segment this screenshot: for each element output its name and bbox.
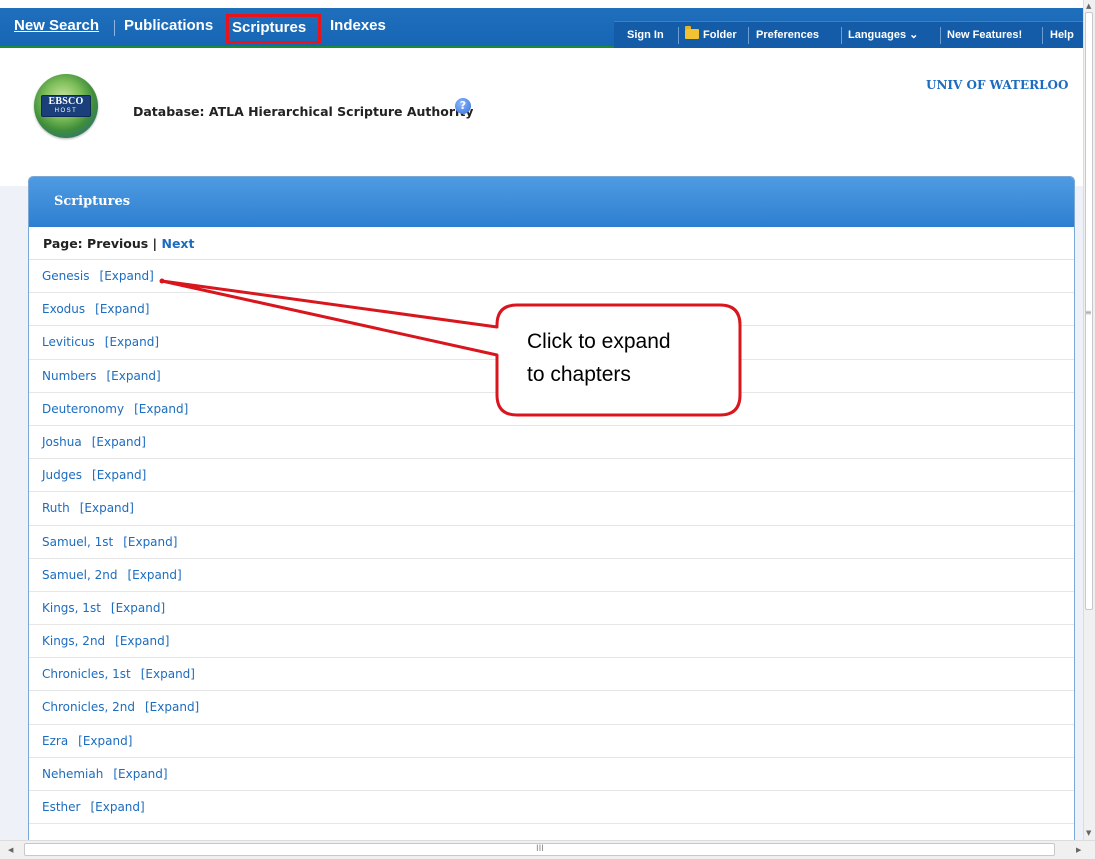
list-item: Samuel, 1st [Expand] xyxy=(29,526,1074,559)
list-item: Ruth [Expand] xyxy=(29,492,1074,526)
list-item: Kings, 1st [Expand] xyxy=(29,592,1074,626)
sign-in-link[interactable]: Sign In xyxy=(627,22,664,49)
list-item: Genesis [Expand] xyxy=(29,260,1074,294)
expand-link[interactable]: [Expand] xyxy=(113,767,167,781)
help-link[interactable]: Help xyxy=(1050,22,1074,49)
panel-title: Scriptures xyxy=(29,177,1074,227)
expand-link[interactable]: [Expand] xyxy=(111,601,165,615)
expand-link[interactable]: [Expand] xyxy=(134,402,188,416)
book-link[interactable]: Esther xyxy=(42,800,80,814)
folder-icon xyxy=(685,26,699,39)
institution-name: UNIV OF WATERLOO xyxy=(926,78,1069,92)
logo-text-host: HOST xyxy=(54,108,78,114)
scroll-down-icon[interactable]: ▼ xyxy=(1086,829,1091,837)
callout-line-1: Click to expand xyxy=(527,330,671,353)
scroll-left-icon[interactable]: ◀ xyxy=(8,846,13,854)
book-link[interactable]: Ezra xyxy=(42,734,68,748)
list-item: Kings, 2nd [Expand] xyxy=(29,625,1074,659)
scriptures-panel: Scriptures Page: Previous | Next Genesis… xyxy=(28,176,1075,859)
languages-label: Languages xyxy=(848,29,907,41)
tab-new-search[interactable]: New Search xyxy=(10,15,103,41)
expand-link[interactable]: [Expand] xyxy=(100,269,154,283)
pager: Page: Previous | Next xyxy=(29,227,1074,260)
book-link[interactable]: Nehemiah xyxy=(42,767,103,781)
expand-link[interactable]: [Expand] xyxy=(80,501,134,515)
list-item: Joshua [Expand] xyxy=(29,426,1074,460)
folder-link[interactable]: Folder xyxy=(685,22,737,49)
list-item: Esther [Expand] xyxy=(29,791,1074,825)
nav-divider xyxy=(114,20,115,36)
tab-publications[interactable]: Publications xyxy=(120,15,217,41)
expand-link[interactable]: [Expand] xyxy=(145,700,199,714)
browser-viewport: New Search Publications Scriptures Index… xyxy=(0,0,1095,859)
tab-scriptures[interactable]: Scriptures xyxy=(226,14,321,44)
top-navigation-bar: New Search Publications Scriptures Index… xyxy=(0,8,1083,48)
languages-dropdown[interactable]: Languages ⌄ xyxy=(848,22,918,49)
book-link[interactable]: Ruth xyxy=(42,501,70,515)
expand-link[interactable]: [Expand] xyxy=(106,369,160,383)
list-item: Ezra [Expand] xyxy=(29,725,1074,758)
logo-plate: EBSCO HOST xyxy=(41,95,91,117)
book-link[interactable]: Leviticus xyxy=(42,335,95,349)
book-link[interactable]: Chronicles, 2nd xyxy=(42,700,135,714)
expand-link[interactable]: [Expand] xyxy=(92,435,146,449)
book-link[interactable]: Exodus xyxy=(42,302,85,316)
expand-link[interactable]: [Expand] xyxy=(105,335,159,349)
logo-text-ebsco: EBSCO xyxy=(48,96,84,107)
ebscohost-logo[interactable]: EBSCO HOST xyxy=(34,74,98,138)
horizontal-grip-icon: III xyxy=(536,844,544,854)
scroll-up-icon[interactable]: ▲ xyxy=(1086,2,1091,10)
preferences-link[interactable]: Preferences xyxy=(756,22,819,49)
chevron-down-icon: ⌄ xyxy=(909,29,919,41)
next-page-link[interactable]: Next xyxy=(161,236,194,251)
callout-line-2: to chapters xyxy=(527,363,631,386)
tab-indexes[interactable]: Indexes xyxy=(326,15,390,41)
expand-link[interactable]: [Expand] xyxy=(95,302,149,316)
expand-link[interactable]: [Expand] xyxy=(127,568,181,582)
list-item: Judges [Expand] xyxy=(29,459,1074,493)
list-item: Nehemiah [Expand] xyxy=(29,758,1074,791)
tools-divider xyxy=(748,27,749,44)
tools-divider xyxy=(678,27,679,44)
scroll-right-icon[interactable]: ▶ xyxy=(1076,846,1081,854)
list-item: Deuteronomy [Expand] xyxy=(29,393,1074,426)
help-icon[interactable]: ? xyxy=(455,98,471,114)
book-link[interactable]: Deuteronomy xyxy=(42,402,124,416)
user-tools-bar: Sign In Folder Preferences Languages ⌄ N… xyxy=(614,21,1083,48)
expand-link[interactable]: [Expand] xyxy=(115,634,169,648)
callout-text: Click to expand to chapters xyxy=(527,325,727,391)
book-link[interactable]: Chronicles, 1st xyxy=(42,667,131,681)
pager-label: Page: Previous | xyxy=(43,236,162,251)
expand-link[interactable]: [Expand] xyxy=(123,535,177,549)
caption-strip xyxy=(0,0,1095,8)
expand-link[interactable]: [Expand] xyxy=(90,800,144,814)
book-link[interactable]: Samuel, 1st xyxy=(42,535,113,549)
tools-divider xyxy=(940,27,941,44)
book-link[interactable]: Samuel, 2nd xyxy=(42,568,117,582)
tools-divider xyxy=(1042,27,1043,44)
tools-divider xyxy=(841,27,842,44)
list-item: Samuel, 2nd [Expand] xyxy=(29,559,1074,592)
vertical-grip-icon: ≡ xyxy=(1085,308,1092,317)
book-link[interactable]: Joshua xyxy=(42,435,82,449)
expand-link[interactable]: [Expand] xyxy=(141,667,195,681)
book-link[interactable]: Numbers xyxy=(42,369,96,383)
new-features-link[interactable]: New Features! xyxy=(947,22,1022,49)
list-item: Chronicles, 1st [Expand] xyxy=(29,658,1074,692)
book-link[interactable]: Kings, 2nd xyxy=(42,634,105,648)
list-item: Exodus [Expand] xyxy=(29,293,1074,327)
folder-label: Folder xyxy=(703,29,737,41)
book-link[interactable]: Kings, 1st xyxy=(42,601,101,615)
expand-link[interactable]: [Expand] xyxy=(92,468,146,482)
list-item: Chronicles, 2nd [Expand] xyxy=(29,691,1074,725)
book-link[interactable]: Genesis xyxy=(42,269,90,283)
database-label: Database: ATLA Hierarchical Scripture Au… xyxy=(133,104,474,119)
book-link[interactable]: Judges xyxy=(42,468,82,482)
expand-link[interactable]: [Expand] xyxy=(78,734,132,748)
